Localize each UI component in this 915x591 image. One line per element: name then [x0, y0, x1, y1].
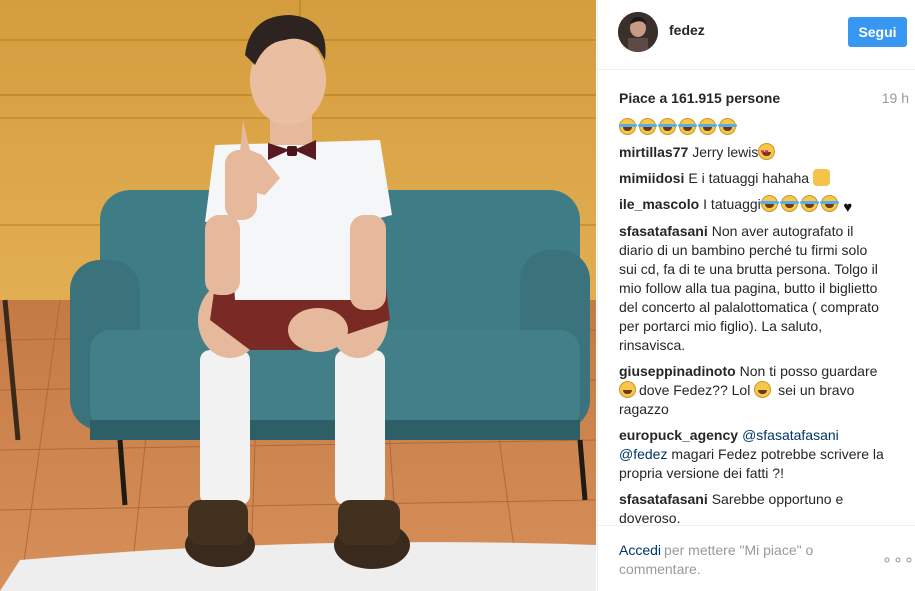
comment-text: I tatuaggi — [703, 196, 761, 212]
list-item: giuseppinadinoto Non ti posso guardare do… — [619, 362, 889, 419]
comment-text: Non aver autografato il diario di un bam… — [619, 223, 879, 353]
crying-face-emoji-icon — [799, 195, 819, 212]
post-timestamp[interactable]: 19 h — [882, 90, 909, 106]
comment-username[interactable]: mirtillas77 — [619, 144, 688, 160]
comment-text: Jerry lewis — [692, 144, 759, 160]
comment-text: E i tatuaggi hahaha — [688, 170, 810, 186]
crying-face-emoji-icon — [819, 195, 839, 212]
comment-text: dove Fedez?? Lol — [639, 382, 751, 398]
nail-polish-emoji-icon — [812, 169, 830, 186]
list-item: mimiidosi E i tatuaggi hahaha — [619, 169, 889, 188]
tears-of-joy-emoji-icon — [658, 118, 677, 135]
more-options-icon[interactable]: ∘∘∘ — [882, 550, 915, 570]
username[interactable]: fedez — [669, 22, 705, 38]
mention-link[interactable]: @sfasatafasani — [742, 427, 839, 443]
black-heart-icon: ♥ — [843, 199, 853, 216]
tears-of-joy-emoji-icon — [698, 118, 717, 135]
surprised-face-emoji-icon — [619, 381, 636, 398]
likes-row: Piace a 161.915 persone 19 h — [619, 90, 909, 110]
comment-text: Non ti posso guardare — [739, 363, 878, 379]
likes-count[interactable]: Piace a 161.915 persone — [619, 90, 780, 106]
tongue-face-emoji-icon — [754, 381, 772, 398]
login-prompt: Accedi per mettere "Mi piace" o commentar… — [619, 541, 859, 579]
post-header: fedez Segui — [598, 0, 915, 70]
login-link[interactable]: Accedi — [619, 542, 661, 558]
comment-username[interactable]: europuck_agency — [619, 427, 738, 443]
heart-eyes-emoji-icon — [758, 143, 776, 162]
list-item: mirtillas77 Jerry lewis — [619, 143, 889, 162]
comment-username[interactable]: sfasatafasani — [619, 491, 708, 507]
post-footer: Accedi per mettere "Mi piace" o commentar… — [598, 525, 915, 591]
mention-link[interactable]: @fedez — [619, 446, 667, 462]
list-item: ile_mascolo I tatuaggi ♥ — [619, 195, 889, 215]
comment-username[interactable]: mimiidosi — [619, 170, 684, 186]
comments-list[interactable]: mirtillas77Jerry lewis mimiidosiE i tatu… — [619, 118, 889, 528]
post-photo[interactable] — [0, 0, 596, 591]
tears-of-joy-emoji-icon — [619, 118, 637, 135]
comment-username[interactable]: ile_mascolo — [619, 196, 699, 212]
list-item: sfasatafasani Sarebbe opportuno e doveros… — [619, 490, 889, 528]
tears-of-joy-emoji-icon — [638, 118, 657, 135]
list-item: sfasatafasani Non aver autografato il dia… — [619, 222, 889, 355]
tears-of-joy-emoji-icon — [678, 118, 697, 135]
list-item: europuck_agency @sfasatafasani @fedez mag… — [619, 426, 889, 483]
crying-face-emoji-icon — [779, 195, 799, 212]
crying-face-emoji-icon — [759, 195, 779, 212]
post-sidebar: fedez Segui Piace a 161.915 persone 19 h… — [597, 0, 915, 591]
comment-username[interactable]: sfasatafasani — [619, 223, 708, 239]
tears-of-joy-emoji-icon — [718, 118, 737, 135]
avatar[interactable] — [618, 12, 658, 52]
post-image — [0, 0, 596, 591]
avatar-image — [618, 12, 658, 52]
comment-username[interactable]: giuseppinadinoto — [619, 363, 736, 379]
emoji-row — [619, 118, 889, 137]
follow-button[interactable]: Segui — [848, 17, 907, 47]
